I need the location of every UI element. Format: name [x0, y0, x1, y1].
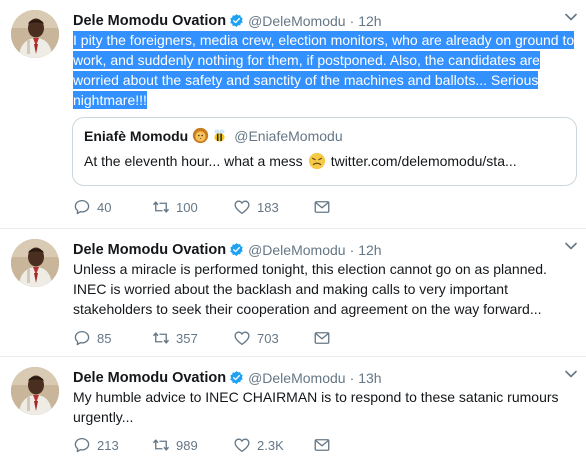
tweet[interactable]: Dele Momodu Ovation @DeleMomodu · 12h I …	[0, 0, 586, 229]
tweet-header: Dele Momodu Ovation @DeleMomodu · 12h	[73, 11, 382, 30]
retweet-icon	[152, 436, 170, 454]
reply-icon	[73, 436, 91, 454]
bee-icon	[214, 129, 225, 142]
timestamp[interactable]: 12h	[358, 242, 381, 258]
direct-message-button[interactable]	[313, 198, 331, 216]
verified-badge-icon	[229, 13, 244, 28]
author-name[interactable]: Dele Momodu Ovation	[73, 370, 226, 386]
retweet-icon	[152, 198, 170, 216]
reply-count: 213	[97, 437, 119, 453]
reply-icon	[73, 329, 91, 347]
reply-button[interactable]: 40	[73, 198, 111, 216]
direct-message-button[interactable]	[313, 436, 331, 454]
tweet-header: Dele Momodu Ovation @DeleMomodu · 13h	[73, 368, 382, 387]
reply-button[interactable]: 85	[73, 329, 111, 347]
timestamp[interactable]: 13h	[358, 370, 381, 386]
reply-icon	[73, 198, 91, 216]
heart-icon	[233, 329, 251, 347]
reply-count: 40	[97, 199, 112, 215]
like-button[interactable]: 703	[233, 329, 279, 347]
envelope-icon	[313, 198, 331, 216]
reply-button[interactable]: 213	[73, 436, 119, 454]
envelope-icon	[313, 329, 331, 347]
tweet-text: Unless a miracle is performed tonight, t…	[73, 259, 578, 319]
retweet-icon	[152, 329, 170, 347]
verified-badge-icon	[229, 370, 244, 385]
retweet-button[interactable]: 989	[152, 436, 198, 454]
persevering-face-icon	[308, 152, 325, 170]
quoted-author-name: Eniafè Momodu	[84, 127, 189, 144]
like-count: 2.3K	[257, 437, 284, 453]
reply-count: 85	[97, 330, 112, 346]
author-handle[interactable]: @DeleMomodu	[248, 370, 345, 386]
separator-dot: ·	[349, 12, 355, 29]
retweet-button[interactable]: 100	[152, 198, 198, 216]
separator-dot: ·	[349, 241, 355, 258]
verified-badge-icon	[229, 242, 244, 257]
quoted-tweet-header: Eniafè Momodu @EniafeMomodu	[84, 127, 343, 144]
text-line: Unless a miracle is performed tonight, t…	[73, 261, 547, 277]
retweet-button[interactable]: 357	[152, 329, 198, 347]
direct-message-button[interactable]	[313, 329, 331, 347]
retweet-count: 357	[176, 330, 198, 346]
separator-dot: ·	[349, 369, 355, 386]
tweet-text: My humble advice to INEC CHAIRMAN is to …	[73, 387, 578, 427]
like-count: 703	[257, 330, 279, 346]
tweet[interactable]: Dele Momodu Ovation @DeleMomodu · 12h Un…	[0, 229, 586, 357]
quoted-text: At the eleventh hour... what a mess	[84, 153, 303, 169]
tweet-text: I pity the foreigners, media crew, elect…	[73, 30, 578, 110]
author-handle[interactable]: @DeleMomodu	[248, 13, 345, 29]
avatar[interactable]	[11, 367, 59, 415]
text-line: nightmare!!!	[73, 91, 147, 109]
text-line: My humble advice to INEC CHAIRMAN is to …	[73, 389, 559, 405]
envelope-icon	[313, 436, 331, 454]
chevron-down-icon[interactable]	[565, 13, 577, 21]
timestamp[interactable]: 12h	[358, 13, 381, 29]
author-handle[interactable]: @DeleMomodu	[248, 242, 345, 258]
author-name[interactable]: Dele Momodu Ovation	[73, 13, 226, 29]
avatar[interactable]	[11, 239, 59, 287]
text-line: worried about the safety and sanctity of…	[73, 71, 539, 89]
retweet-count: 989	[176, 437, 198, 453]
text-line: urgently...	[73, 409, 134, 425]
text-line: work, and suddenly nothing for them, if …	[73, 51, 540, 69]
chevron-down-icon[interactable]	[565, 242, 577, 250]
like-button[interactable]: 2.3K	[233, 436, 284, 454]
lion-icon	[193, 127, 209, 144]
like-count: 183	[257, 199, 279, 215]
text-line: stakeholders to seek their cooperation a…	[73, 301, 542, 317]
chevron-down-icon[interactable]	[565, 370, 577, 378]
quoted-tweet[interactable]: Eniafè Momodu @EniafeMomodu At the eleve…	[72, 117, 577, 186]
like-button[interactable]: 183	[233, 198, 279, 216]
quoted-tweet-text: At the eleventh hour... what a mess twit…	[84, 152, 517, 170]
text-line: INEC is worried about the backlash and m…	[73, 281, 508, 297]
name-emojis	[192, 127, 228, 144]
avatar[interactable]	[11, 10, 59, 58]
heart-icon	[233, 436, 251, 454]
retweet-count: 100	[176, 199, 198, 215]
quoted-link[interactable]: twitter.com/delemomodu/sta...	[331, 153, 517, 169]
author-name[interactable]: Dele Momodu Ovation	[73, 242, 226, 258]
tweet[interactable]: Dele Momodu Ovation @DeleMomodu · 13h My…	[0, 357, 586, 466]
quoted-author-handle: @EniafeMomodu	[234, 127, 343, 144]
tweet-header: Dele Momodu Ovation @DeleMomodu · 12h	[73, 240, 382, 259]
text-line: I pity the foreigners, media crew, elect…	[73, 31, 575, 49]
heart-icon	[233, 198, 251, 216]
